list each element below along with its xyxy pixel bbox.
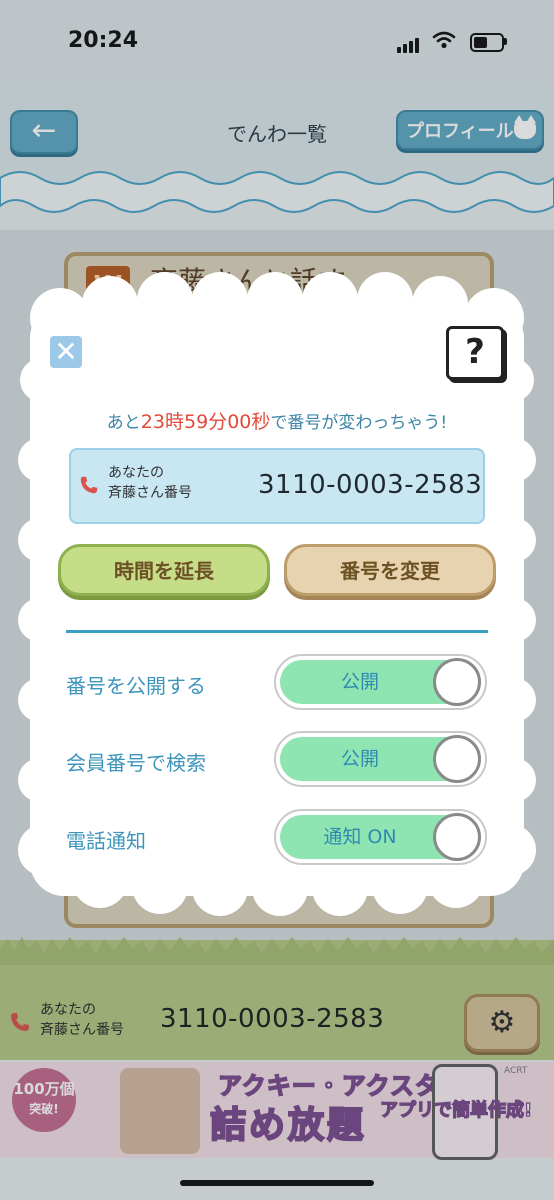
toggle-knob[interactable] xyxy=(433,735,481,783)
change-number-button[interactable]: 番号を変更 xyxy=(284,544,496,596)
my-phone-number: 3110-0003-2583 xyxy=(258,470,483,500)
toggle-knob[interactable] xyxy=(433,658,481,706)
countdown-seconds-unit: 秒 xyxy=(251,411,271,433)
call-notification-toggle[interactable]: 通知 ON xyxy=(274,809,487,865)
extend-time-button[interactable]: 時間を延長 xyxy=(58,544,270,596)
setting-label-member-search: 会員番号で検索 xyxy=(66,751,206,775)
number-settings-dialog xyxy=(30,304,524,896)
countdown-seconds: 00 xyxy=(227,411,252,433)
countdown-hours: 23 xyxy=(140,411,165,433)
section-divider xyxy=(66,630,488,633)
countdown-text: あと23時59分00秒で番号が変わっちゃう! xyxy=(30,407,524,434)
toggle-text: 公開 xyxy=(340,748,379,770)
publish-number-toggle[interactable]: 公開 xyxy=(274,654,487,710)
countdown-prefix: あと xyxy=(106,413,141,433)
countdown-suffix: で番号が変わっちゃう! xyxy=(270,413,448,433)
my-number-label-line1: あなたの xyxy=(108,465,164,481)
toggle-knob[interactable] xyxy=(433,813,481,861)
close-button[interactable]: ✕ xyxy=(50,336,82,368)
countdown-minutes: 59 xyxy=(183,411,209,433)
phone-icon xyxy=(80,476,98,494)
help-button[interactable]: ? xyxy=(446,326,504,380)
my-number-label: あなたの 斉藤さん番号 xyxy=(108,463,192,503)
member-search-toggle[interactable]: 公開 xyxy=(274,731,487,787)
setting-label-publish-number: 番号を公開する xyxy=(66,674,206,698)
toggle-text: 通知 ON xyxy=(323,826,397,848)
countdown-hours-unit: 時 xyxy=(164,411,184,433)
my-number-label-line2: 斉藤さん番号 xyxy=(108,485,192,501)
countdown-minutes-unit: 分 xyxy=(208,411,228,433)
toggle-text: 公開 xyxy=(340,671,379,693)
setting-label-call-notification: 電話通知 xyxy=(66,829,146,853)
